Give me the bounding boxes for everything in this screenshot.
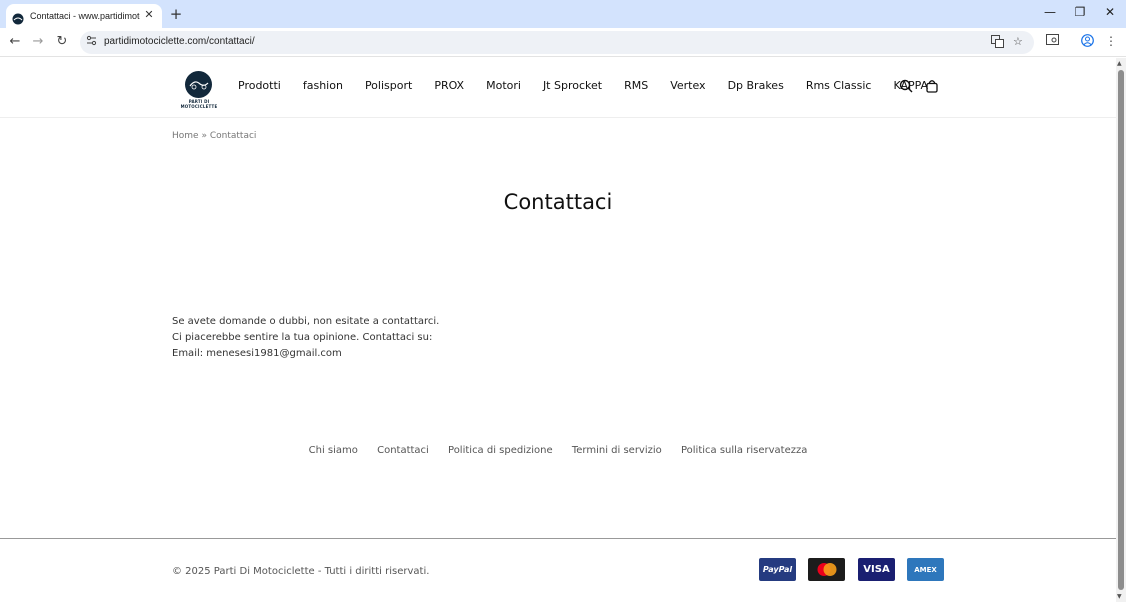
site-info-icon[interactable] [86, 35, 97, 49]
logo-text: PARTI DI MOTOCICLETTE [180, 99, 218, 109]
scrollbar-thumb[interactable] [1118, 70, 1124, 590]
menu-item-polisport[interactable]: Polisport [365, 79, 412, 92]
address-bar[interactable]: partidimotociclette.com/contattaci/ ☆ [80, 31, 1034, 54]
content-line-1: Se avete domande o dubbi, non esitate a … [172, 316, 440, 327]
new-tab-button[interactable]: + [168, 5, 184, 23]
menu-item-motori[interactable]: Motori [486, 79, 521, 92]
menu-item-rms-classic[interactable]: Rms Classic [806, 79, 872, 92]
webpage: PARTI DI MOTOCICLETTE Prodotti fashion P… [0, 58, 1116, 602]
restore-button[interactable]: ❐ [1070, 5, 1090, 19]
bookmark-star-icon[interactable]: ☆ [1013, 35, 1023, 48]
breadcrumb: Home » Contattaci [172, 131, 256, 141]
mastercard-icon [808, 558, 845, 581]
visa-icon: VISA [858, 558, 895, 581]
reload-button[interactable]: ↻ [53, 33, 71, 51]
footer-link-riservatezza[interactable]: Politica sulla riservatezza [681, 445, 807, 456]
site-logo[interactable]: PARTI DI MOTOCICLETTE [172, 70, 226, 109]
menu-item-jt-sprocket[interactable]: Jt Sprocket [543, 79, 602, 92]
forward-button[interactable]: → [29, 33, 47, 51]
site-favicon-icon [12, 10, 24, 25]
back-button[interactable]: ← [6, 33, 24, 51]
shopping-bag-icon[interactable] [925, 78, 941, 94]
profile-icon[interactable] [1079, 34, 1095, 50]
amex-icon: AMEX [907, 558, 944, 581]
tab-search-icon[interactable] [1044, 34, 1060, 49]
tab-close-icon[interactable]: ✕ [142, 8, 156, 21]
browser-menu-icon[interactable]: ⋮ [1103, 34, 1119, 48]
main-navigation: Prodotti fashion Polisport PROX Motori J… [238, 79, 950, 92]
browser-tab[interactable]: Contattaci - www.partidimotoc ✕ [6, 4, 162, 28]
scroll-down-icon[interactable]: ▼ [1117, 593, 1122, 600]
site-header: PARTI DI MOTOCICLETTE Prodotti fashion P… [0, 58, 1116, 118]
menu-item-dp-brakes[interactable]: Dp Brakes [728, 79, 784, 92]
close-window-button[interactable]: ✕ [1100, 5, 1120, 19]
footer-link-spedizione[interactable]: Politica di spedizione [448, 445, 553, 456]
menu-item-vertex[interactable]: Vertex [670, 79, 705, 92]
content-email-line: Email: menesesi1981@gmail.com [172, 348, 342, 359]
copyright-text: © 2025 Parti Di Motociclette - Tutti i d… [172, 566, 430, 577]
menu-item-rms[interactable]: RMS [624, 79, 648, 92]
breadcrumb-home-link[interactable]: Home [172, 131, 199, 141]
site-footer: © 2025 Parti Di Motociclette - Tutti i d… [0, 538, 1116, 602]
page-scrollbar[interactable]: ▲ ▼ [1116, 58, 1126, 602]
content-line-2: Ci piacerebbe sentire la tua opinione. C… [172, 332, 433, 343]
menu-item-prox[interactable]: PROX [434, 79, 464, 92]
breadcrumb-current: Contattaci [209, 131, 257, 141]
search-icon[interactable] [899, 78, 915, 94]
footer-link-termini[interactable]: Termini di servizio [572, 445, 662, 456]
scroll-up-icon[interactable]: ▲ [1117, 60, 1122, 67]
browser-toolbar: ← → ↻ partidimotociclette.com/contattaci… [0, 28, 1126, 57]
contact-content: Se avete domande o dubbi, non esitate a … [172, 314, 439, 362]
tab-title: Contattaci - www.partidimotoc [30, 11, 140, 21]
page-title: Contattaci [503, 190, 613, 214]
paypal-icon: PayPal [759, 558, 796, 581]
footer-link-contattaci[interactable]: Contattaci [377, 445, 429, 456]
minimize-button[interactable]: — [1040, 5, 1060, 19]
breadcrumb-separator: » [201, 131, 207, 141]
footer-link-chi-siamo[interactable]: Chi siamo [309, 445, 358, 456]
menu-item-prodotti[interactable]: Prodotti [238, 79, 281, 92]
url-text: partidimotociclette.com/contattaci/ [104, 36, 255, 47]
footer-links: Chi siamo Contattaci Politica di spedizi… [0, 445, 1116, 456]
menu-item-fashion[interactable]: fashion [303, 79, 343, 92]
browser-tab-strip: Contattaci - www.partidimotoc ✕ + — ❐ ✕ [0, 0, 1126, 28]
translate-icon[interactable] [991, 35, 1004, 51]
logo-emblem-icon [185, 71, 212, 98]
